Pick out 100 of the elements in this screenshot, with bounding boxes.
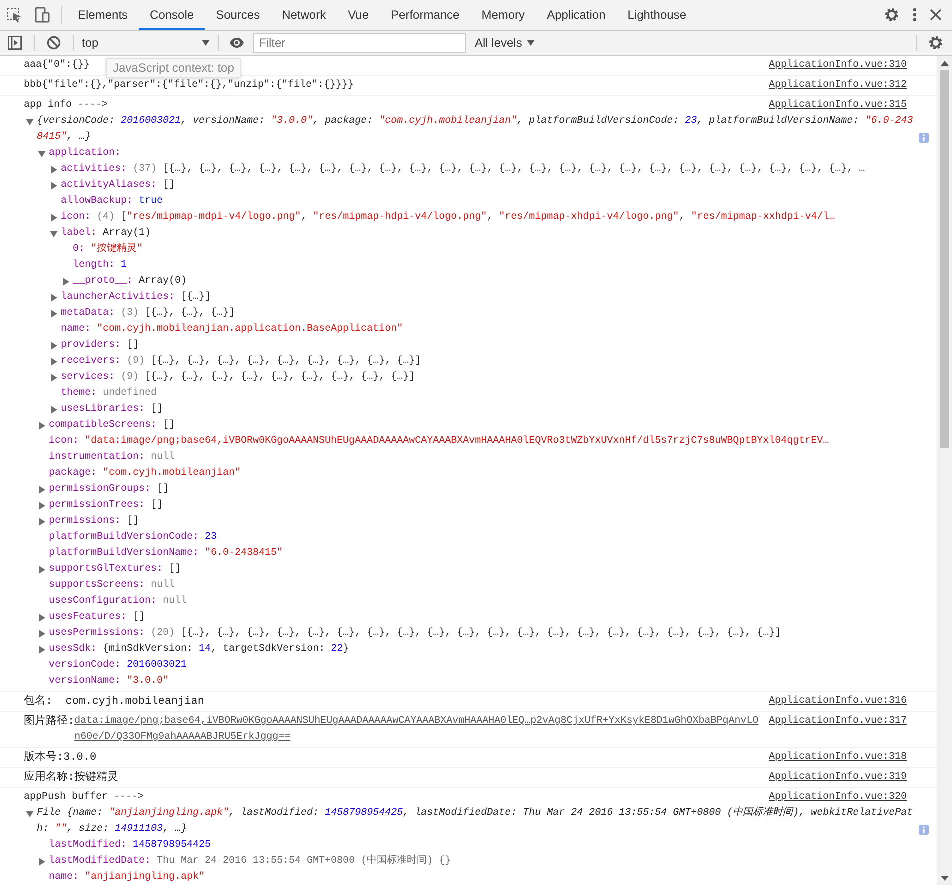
caret-icon [202,40,210,46]
log-message: app info ----> [24,98,108,113]
inspect-icon[interactable] [6,7,22,23]
object-summary: File {name: "anjianjingling.apk", lastModified: 1458798954425, lastModifiedDate: Thu Mar 24 2016 13:55:54 GMT+0800 (中国标准时间), webkitRelativePath: "", size: 14911103, …} [37,806,914,837]
property-line: versionName: "3.0.0" [49,674,170,689]
disclosure-triangle-icon[interactable] [62,278,70,286]
data-url-link[interactable]: data:image/png;base64,iVBORw0KGgoAAAANSUhEUgAAADAAAAAwCAYAAABXAvmHAAAHA0lEQ…p2vAg8CjxUfR+YxKsykE8D1wGhOXbaBPqAnvLOn60e/D/Q33OFMg9ahAAAAABJRU5ErkJggg== [74,714,761,746]
property-line: usesSdk: {minSdkVersion: 14, targetSdkVersion: 22} [49,642,350,657]
source-link[interactable]: ApplicationInfo.vue:319 [768,770,907,786]
disclosure-triangle-icon[interactable] [38,422,46,430]
source-link[interactable]: ApplicationInfo.vue:318 [768,750,907,766]
property-line: icon: (4) ["res/mipmap-mdpi-v4/logo.png", "res/mipmap-hdpi-v4/logo.png", "res/mipmap-xhdpi-v4/logo.png", "res/mipmap-xxhdpi-v4/l… [61,210,836,225]
panel-tab[interactable]: Memory [470,0,536,30]
scroll-up-icon[interactable] [940,61,948,66]
disclosure-triangle-icon[interactable] [50,182,58,190]
source-link[interactable]: ApplicationInfo.vue:315 [768,98,907,114]
property-line: services: (9) [{…}, {…}, {…}, {…}, {…}, {…}, {…}, {…}, {…}] [61,370,416,385]
property-line: instrumentation: null [49,450,176,465]
property-line: receivers: (9) [{…}, {…}, {…}, {…}, {…}, {…}, {…}, {…}, {…}] [61,354,422,369]
disclosure-triangle-icon[interactable] [38,518,46,526]
disclosure-triangle-icon[interactable] [50,294,58,302]
panel-tab[interactable]: Lighthouse [616,0,698,30]
source-link[interactable]: ApplicationInfo.vue:316 [768,694,907,710]
property-line: compatibleScreens: [] [49,418,176,433]
close-icon[interactable] [930,9,942,21]
property-line: lastModifiedDate: Thu Mar 24 2016 13:55:54 GMT+0800 (中国标准时间) {} [49,854,452,869]
property-line: versionCode: 2016003021 [49,658,188,673]
device-toolbar-icon[interactable] [34,7,50,23]
log-message: 版本号:3.0.0 [24,750,97,766]
property-line: application: [49,146,122,161]
panel-tab[interactable]: Performance [380,0,471,30]
property-line: usesPermissions: (20) [{…}, {…}, {…}, {…}, {…}, {…}, {…}, {…}, {…}, {…}, {…}, {…}, {…}, {…}, {…}, {…}, {…}, {…}, {…}, {…}] [49,626,782,641]
disclosure-triangle-icon[interactable] [50,230,58,238]
log-message: aaa{"0":{}} [24,58,90,73]
eye-icon[interactable] [229,37,245,49]
property-line: providers: [] [61,338,140,353]
disclosure-triangle-icon[interactable] [50,358,58,366]
more-icon[interactable] [912,7,918,23]
source-link[interactable]: ApplicationInfo.vue:310 [768,58,907,74]
disclosure-triangle-icon[interactable] [38,566,46,574]
disclosure-triangle-icon[interactable] [50,406,58,414]
panel-tab[interactable]: Vue [337,0,380,30]
property-line: permissionGroups: [] [49,482,170,497]
caret-icon [527,40,536,46]
property-line: permissions: [] [49,514,140,529]
property-line: package: "com.cyjh.mobileanjian" [49,466,242,481]
disclosure-triangle-icon[interactable] [26,810,34,818]
disclosure-triangle-icon[interactable] [50,374,58,382]
disclosure-triangle-icon[interactable] [50,342,58,350]
property-line: launcherActivities: [{…}] [61,290,212,305]
property-line: activityAliases: [] [61,178,176,193]
object-summary: {versionCode: 2016003021, versionName: "3.0.0", package: "com.cyjh.mobileanjian", platformBuildVersionCode: 23, platformBuildVersionName: "6.0-2438415", …} [37,114,914,145]
source-link[interactable]: ApplicationInfo.vue:320 [768,790,907,806]
property-line: label: Array(1) [61,226,152,241]
property-line: __proto__: Array(0) [73,274,188,289]
property-line: usesFeatures: [] [49,610,146,625]
log-message: bbb{"file":{},"parser":{"file":{},"unzip":{"file":{}}}} [24,78,354,93]
levels-dropdown[interactable]: All levels [472,36,538,50]
log-message: 图片路径: [24,714,75,730]
disclosure-triangle-icon[interactable] [50,214,58,222]
info-icon [919,133,929,143]
log-message: 应用名称:按键精灵 [24,770,119,786]
disclosure-triangle-icon[interactable] [38,630,46,638]
property-line: lastModified: 1458798954425 [49,838,212,853]
settings-icon[interactable] [884,7,900,23]
disclosure-triangle-icon[interactable] [50,166,58,174]
settings-icon[interactable] [928,35,944,51]
property-line: metaData: (3) [{…}, {…}, {…}] [61,306,236,321]
disclosure-triangle-icon[interactable] [38,614,46,622]
log-message: 包名: com.cyjh.mobileanjian [24,694,204,710]
disclosure-triangle-icon[interactable] [38,858,46,866]
disclosure-triangle-icon[interactable] [38,502,46,510]
clear-console-icon[interactable] [47,36,61,50]
property-line: supportsGlTextures: [] [49,562,182,577]
scrollbar-thumb[interactable] [940,70,949,448]
scroll-down-icon[interactable] [940,876,948,881]
tooltip: JavaScript context: top [106,58,242,78]
panel-tab[interactable]: Network [271,0,338,30]
property-line: supportsScreens: null [49,578,176,593]
property-line: platformBuildVersionCode: 23 [49,530,218,545]
disclosure-triangle-icon[interactable] [38,486,46,494]
context-select[interactable]: top [78,33,214,53]
property-line: name: "com.cyjh.mobileanjian.application.BaseApplication" [61,322,404,337]
disclosure-triangle-icon[interactable] [38,150,46,158]
disclosure-triangle-icon[interactable] [50,310,58,318]
property-line: activities: (37) [{…}, {…}, {…}, {…}, {…}, {…}, {…}, {…}, {…}, {…}, {…}, {…}, {…}, {…}, {…}, {…}, {…}, {…}, {…}, {…}, {…}, {…}, {…}, … [61,162,866,177]
panel-tab[interactable]: Application [536,0,617,30]
property-line: length: 1 [73,258,128,273]
filter-field[interactable]: Filter [253,33,466,53]
source-link[interactable]: ApplicationInfo.vue:312 [768,78,907,94]
log-message: appPush buffer ----> [24,790,144,805]
source-link[interactable]: ApplicationInfo.vue:317 [768,714,907,730]
panel-tab[interactable]: Elements [67,0,140,30]
property-line: platformBuildVersionName: "6.0-2438415" [49,546,284,561]
property-line: allowBackup: true [61,194,164,209]
panel-tab[interactable]: Sources [205,0,272,30]
disclosure-triangle-icon[interactable] [26,118,34,126]
property-line: permissionTrees: [] [49,498,164,513]
disclosure-triangle-icon[interactable] [38,646,46,654]
sidebar-toggle-icon[interactable] [8,36,22,50]
